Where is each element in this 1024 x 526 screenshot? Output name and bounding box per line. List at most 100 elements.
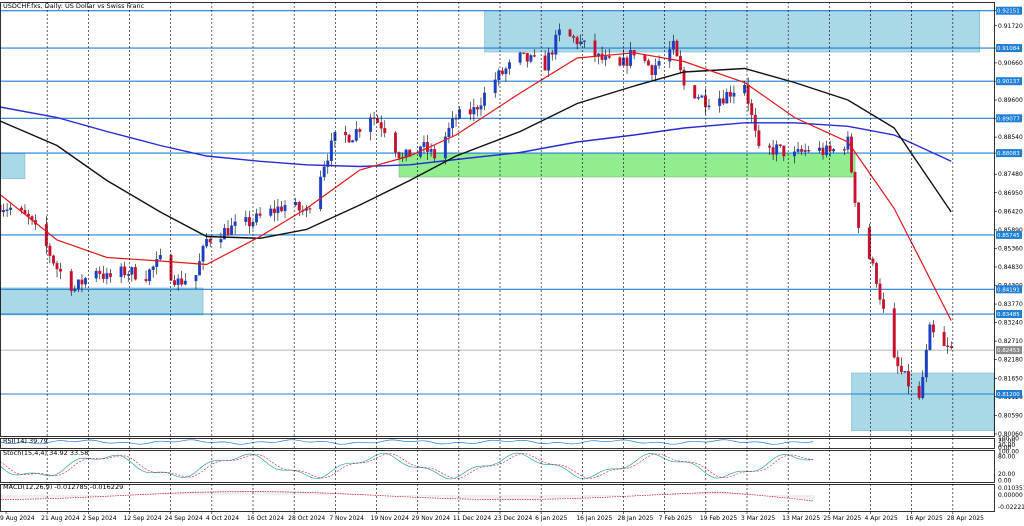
candle-body	[853, 171, 857, 203]
candle-body	[433, 149, 437, 159]
candle	[280, 201, 283, 213]
candle-body	[48, 245, 52, 256]
level-price-marker: 0.83485	[996, 310, 1022, 319]
candle-body	[850, 136, 853, 173]
level-price-marker: 0.85745	[996, 230, 1022, 239]
candle-body	[451, 118, 454, 129]
candle-body	[618, 57, 622, 66]
candles-layer	[0, 23, 953, 400]
candle	[646, 58, 650, 66]
candle-body	[693, 85, 697, 99]
candle-body	[832, 149, 836, 152]
price-marker-label: 0.90137	[997, 79, 1020, 85]
candle-body	[493, 79, 497, 94]
macd-tick-label: -0.022210	[998, 504, 1024, 511]
candle-body	[892, 308, 896, 358]
candle	[721, 89, 725, 106]
candle	[247, 210, 251, 234]
price-marker-label: 0.89077	[997, 116, 1020, 122]
candle	[422, 135, 426, 154]
candle	[679, 50, 682, 74]
candle-body	[73, 288, 77, 292]
candle-body	[543, 55, 547, 71]
price-marker-label: 0.85745	[997, 233, 1020, 239]
stochastic-panel[interactable]	[0, 452, 814, 480]
candle-body	[497, 70, 501, 80]
candle-body	[258, 213, 262, 216]
candle	[59, 262, 63, 280]
candle	[508, 59, 511, 75]
candle-body	[158, 255, 162, 260]
main-price-panel[interactable]	[0, 10, 995, 432]
candle-body	[525, 52, 529, 62]
candle	[372, 111, 376, 126]
candle-body	[269, 208, 273, 216]
candle-body	[383, 128, 387, 134]
level-price-marker: 0.89077	[996, 114, 1022, 123]
candle-body	[500, 70, 504, 75]
candle	[882, 292, 886, 313]
chart-title: USDCHF.fxs, Daily: US Dollar vs Swiss Fr…	[3, 2, 145, 10]
date-tick-label: 29 Nov 2024	[412, 515, 451, 522]
candle	[454, 114, 458, 127]
candle	[475, 105, 479, 117]
candle-body	[796, 148, 800, 152]
level-price-marker: 0.88083	[996, 149, 1022, 158]
candle	[728, 85, 732, 104]
candle	[483, 86, 486, 111]
candle-body	[728, 92, 732, 97]
candle	[871, 256, 875, 266]
candle	[632, 49, 636, 60]
candle-body	[675, 40, 679, 57]
candle-body	[205, 238, 209, 247]
candle	[347, 133, 351, 143]
candle-body	[718, 98, 722, 106]
candle	[233, 214, 237, 235]
candle-body	[333, 131, 337, 142]
levels-layer	[0, 10, 994, 395]
candle-body	[379, 122, 383, 129]
macd-panel[interactable]	[0, 490, 815, 502]
candle	[928, 322, 932, 351]
candle	[283, 200, 287, 218]
date-tick-label: 16 Jan 2025	[576, 515, 612, 522]
date-tick-label: 21 Aug 2024	[41, 515, 80, 522]
candle-body	[768, 145, 771, 148]
candle-body	[55, 263, 59, 270]
candle-body	[447, 127, 451, 137]
candle-body	[775, 144, 779, 155]
candle	[354, 121, 358, 143]
candle-body	[700, 95, 704, 98]
candle	[304, 205, 308, 218]
date-tick-label: 11 Dec 2024	[453, 515, 492, 522]
candle-body	[2, 210, 6, 213]
candle-body	[105, 273, 109, 279]
candle-body	[308, 208, 312, 210]
candle	[383, 120, 387, 138]
candle-body	[878, 283, 882, 300]
candle-body	[479, 105, 483, 110]
candle-body	[276, 206, 280, 214]
zones-layer	[0, 10, 995, 432]
candle-body	[51, 255, 55, 264]
date-tick-label: 4 Oct 2024	[206, 515, 239, 522]
candle-body	[600, 53, 604, 60]
candle-body	[59, 268, 63, 272]
candle	[700, 94, 704, 98]
candle-body	[247, 217, 251, 227]
rsi-panel[interactable]	[0, 439, 814, 445]
vertical-grid	[46, 2, 954, 511]
candle	[329, 132, 333, 167]
candle-body	[725, 92, 729, 104]
candle-body	[454, 118, 458, 120]
price-tick-label: 0.89600	[998, 97, 1023, 104]
candle-body	[607, 56, 611, 58]
candle	[98, 266, 102, 280]
candle-body	[180, 278, 184, 285]
candle	[529, 53, 533, 64]
candle	[151, 265, 155, 278]
candle-body	[924, 349, 928, 378]
candle	[48, 242, 52, 264]
candle	[158, 248, 162, 262]
candle	[51, 254, 55, 266]
